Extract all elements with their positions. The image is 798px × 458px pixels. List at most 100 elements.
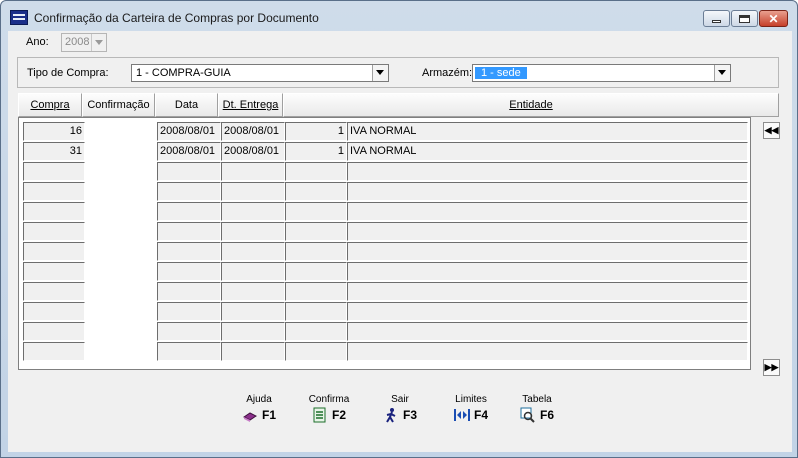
cell-data[interactable]	[157, 302, 221, 321]
cell-compra[interactable]	[23, 302, 85, 321]
cell-confirmacao[interactable]	[85, 322, 157, 341]
minimize-button[interactable]	[703, 10, 730, 27]
cell-confirmacao[interactable]	[85, 142, 157, 161]
cell-compra[interactable]	[23, 182, 85, 201]
cell-dt-entrega[interactable]: 2008/08/01	[221, 142, 285, 161]
cell-compra[interactable]	[23, 202, 85, 221]
cell-confirmacao[interactable]	[85, 182, 157, 201]
column-header-compra[interactable]: Compra	[18, 93, 82, 117]
cell-quantidade[interactable]	[285, 262, 347, 281]
cell-confirmacao[interactable]	[85, 222, 157, 241]
cell-confirmacao[interactable]	[85, 342, 157, 361]
cell-data[interactable]	[157, 162, 221, 181]
cell-quantidade[interactable]	[285, 202, 347, 221]
cell-data[interactable]	[157, 262, 221, 281]
cell-confirmacao[interactable]	[85, 162, 157, 181]
cell-compra[interactable]	[23, 162, 85, 181]
cell-confirmacao[interactable]	[85, 202, 157, 221]
cell-data[interactable]: 2008/08/01	[157, 122, 221, 141]
cell-entidade[interactable]	[347, 242, 748, 261]
cell-entidade[interactable]	[347, 162, 748, 181]
cell-entidade[interactable]	[347, 182, 748, 201]
function-key-f6[interactable]: Tabela F6	[510, 394, 564, 423]
cell-quantidade[interactable]	[285, 162, 347, 181]
cell-dt-entrega[interactable]	[221, 302, 285, 321]
cell-compra[interactable]	[23, 222, 85, 241]
column-header-dt-entrega[interactable]: Dt. Entrega	[218, 93, 283, 117]
cell-confirmacao[interactable]	[85, 122, 157, 141]
scroll-top-button[interactable]: ◀◀	[763, 122, 780, 139]
cell-data[interactable]	[157, 242, 221, 261]
function-key-caption: Confirma	[308, 394, 350, 405]
cell-entidade[interactable]	[347, 342, 748, 361]
cell-compra[interactable]	[23, 282, 85, 301]
chevron-down-icon	[91, 34, 106, 51]
cell-entidade[interactable]	[347, 222, 748, 241]
function-key-f1[interactable]: Ajuda F1	[232, 394, 286, 423]
cell-confirmacao[interactable]	[85, 302, 157, 321]
cell-compra[interactable]: 31	[23, 142, 85, 161]
cell-data[interactable]	[157, 322, 221, 341]
cell-dt-entrega[interactable]: 2008/08/01	[221, 122, 285, 141]
cell-dt-entrega[interactable]	[221, 262, 285, 281]
cell-quantidade[interactable]	[285, 222, 347, 241]
column-header-entidade[interactable]: Entidade	[283, 93, 779, 117]
cell-dt-entrega[interactable]	[221, 242, 285, 261]
function-key-line: F3	[373, 407, 427, 423]
cell-data[interactable]	[157, 222, 221, 241]
cell-data[interactable]	[157, 202, 221, 221]
cell-dt-entrega[interactable]	[221, 342, 285, 361]
cell-confirmacao[interactable]	[85, 282, 157, 301]
armazem-select[interactable]: 1 - sede	[472, 64, 731, 82]
cell-entidade[interactable]: IVA NORMAL	[347, 142, 748, 161]
cell-confirmacao[interactable]	[85, 262, 157, 281]
scroll-bottom-button[interactable]: ▶▶	[763, 359, 780, 376]
function-key-caption: Ajuda	[246, 394, 272, 405]
maximize-button[interactable]	[731, 10, 758, 27]
column-header-confirmacao[interactable]: Confirmação	[82, 93, 155, 117]
cell-data[interactable]	[157, 342, 221, 361]
function-key-f2[interactable]: Confirma F2	[302, 394, 356, 423]
chevron-down-icon	[372, 65, 388, 81]
cell-entidade[interactable]	[347, 322, 748, 341]
title-bar[interactable]: Confirmação da Carteira de Compras por D…	[1, 1, 797, 31]
ano-select[interactable]: 2008	[61, 33, 107, 52]
cell-compra[interactable]	[23, 342, 85, 361]
cell-data[interactable]	[157, 282, 221, 301]
column-header-data[interactable]: Data	[155, 93, 218, 117]
cell-quantidade[interactable]	[285, 282, 347, 301]
cell-quantidade[interactable]	[285, 182, 347, 201]
cell-data[interactable]: 2008/08/01	[157, 142, 221, 161]
cell-entidade[interactable]	[347, 302, 748, 321]
cell-quantidade[interactable]	[285, 302, 347, 321]
function-key-f3[interactable]: Sair F3	[373, 394, 427, 423]
cell-quantidade[interactable]	[285, 342, 347, 361]
cell-quantidade[interactable]	[285, 242, 347, 261]
function-key-f4[interactable]: Limites F4	[444, 394, 498, 423]
function-key-label: F2	[331, 408, 346, 422]
cell-quantidade[interactable]: 1	[285, 122, 347, 141]
cell-entidade[interactable]	[347, 262, 748, 281]
cell-dt-entrega[interactable]	[221, 222, 285, 241]
cell-dt-entrega[interactable]	[221, 202, 285, 221]
cell-compra[interactable]	[23, 242, 85, 261]
cell-dt-entrega[interactable]	[221, 322, 285, 341]
cell-data[interactable]	[157, 182, 221, 201]
cell-dt-entrega[interactable]	[221, 162, 285, 181]
column-header-label: Data	[174, 99, 199, 111]
maximize-icon	[739, 14, 750, 23]
function-key-line: F6	[510, 407, 564, 423]
cell-dt-entrega[interactable]	[221, 182, 285, 201]
cell-compra[interactable]: 16	[23, 122, 85, 141]
cell-compra[interactable]	[23, 322, 85, 341]
cell-confirmacao[interactable]	[85, 242, 157, 261]
close-button[interactable]: ✕	[759, 10, 788, 27]
cell-dt-entrega[interactable]	[221, 282, 285, 301]
cell-compra[interactable]	[23, 262, 85, 281]
cell-quantidade[interactable]: 1	[285, 142, 347, 161]
cell-entidade[interactable]	[347, 202, 748, 221]
cell-entidade[interactable]	[347, 282, 748, 301]
tipo-compra-select[interactable]: 1 - COMPRA-GUIA	[131, 64, 389, 82]
cell-quantidade[interactable]	[285, 322, 347, 341]
cell-entidade[interactable]: IVA NORMAL	[347, 122, 748, 141]
